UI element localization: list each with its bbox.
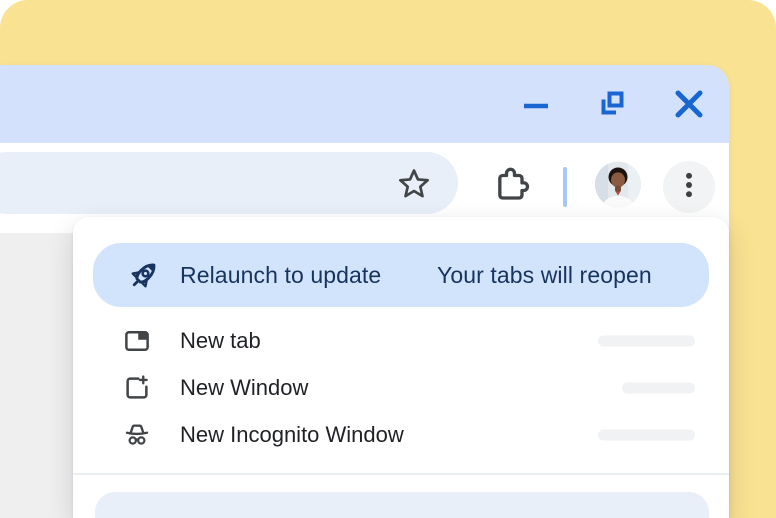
restore-icon (597, 89, 627, 119)
address-bar[interactable] (0, 152, 458, 214)
incognito-icon (122, 420, 152, 450)
new-window-icon (122, 373, 152, 403)
browser-menu-button[interactable] (663, 161, 715, 213)
profile-button[interactable] (595, 162, 641, 213)
minimize-button[interactable] (521, 90, 549, 118)
browser-menu-dropdown: Relaunch to update Your tabs will reopen… (73, 217, 729, 518)
extensions-button[interactable] (491, 165, 531, 210)
rocket-icon (126, 257, 162, 293)
bookmark-button[interactable] (395, 166, 433, 209)
new-tab-icon (122, 326, 152, 356)
menu-dots-icon (672, 168, 706, 207)
yellow-card-background: Relaunch to update Your tabs will reopen… (0, 0, 776, 518)
menu-item-new-tab[interactable]: New tab (73, 317, 729, 364)
menu-item-new-incognito-window[interactable]: New Incognito Window (73, 411, 729, 458)
menu-item-label: New Incognito Window (180, 411, 404, 458)
relaunch-to-update-label: Relaunch to update (180, 243, 381, 307)
shortcut-placeholder (598, 429, 695, 440)
toolbar-divider (563, 167, 567, 207)
minimize-icon (521, 90, 549, 118)
menu-item-label: New Window (180, 364, 308, 411)
titlebar (0, 65, 729, 143)
tabs-reopen-status: Your tabs will reopen (437, 243, 652, 307)
bookmark-star-icon (395, 166, 433, 209)
relaunch-to-update-banner[interactable]: Relaunch to update Your tabs will reopen (93, 243, 709, 307)
restore-button[interactable] (598, 90, 626, 118)
profile-avatar (595, 162, 641, 213)
menu-item-label: New tab (180, 317, 261, 364)
menu-item-new-window[interactable]: New Window (73, 364, 729, 411)
extensions-icon (491, 165, 531, 210)
close-icon (674, 89, 704, 119)
shortcut-placeholder (622, 382, 695, 393)
close-button[interactable] (675, 90, 703, 118)
menu-section-divider (73, 473, 729, 475)
menu-next-section-placeholder (95, 492, 709, 518)
shortcut-placeholder (598, 335, 695, 346)
